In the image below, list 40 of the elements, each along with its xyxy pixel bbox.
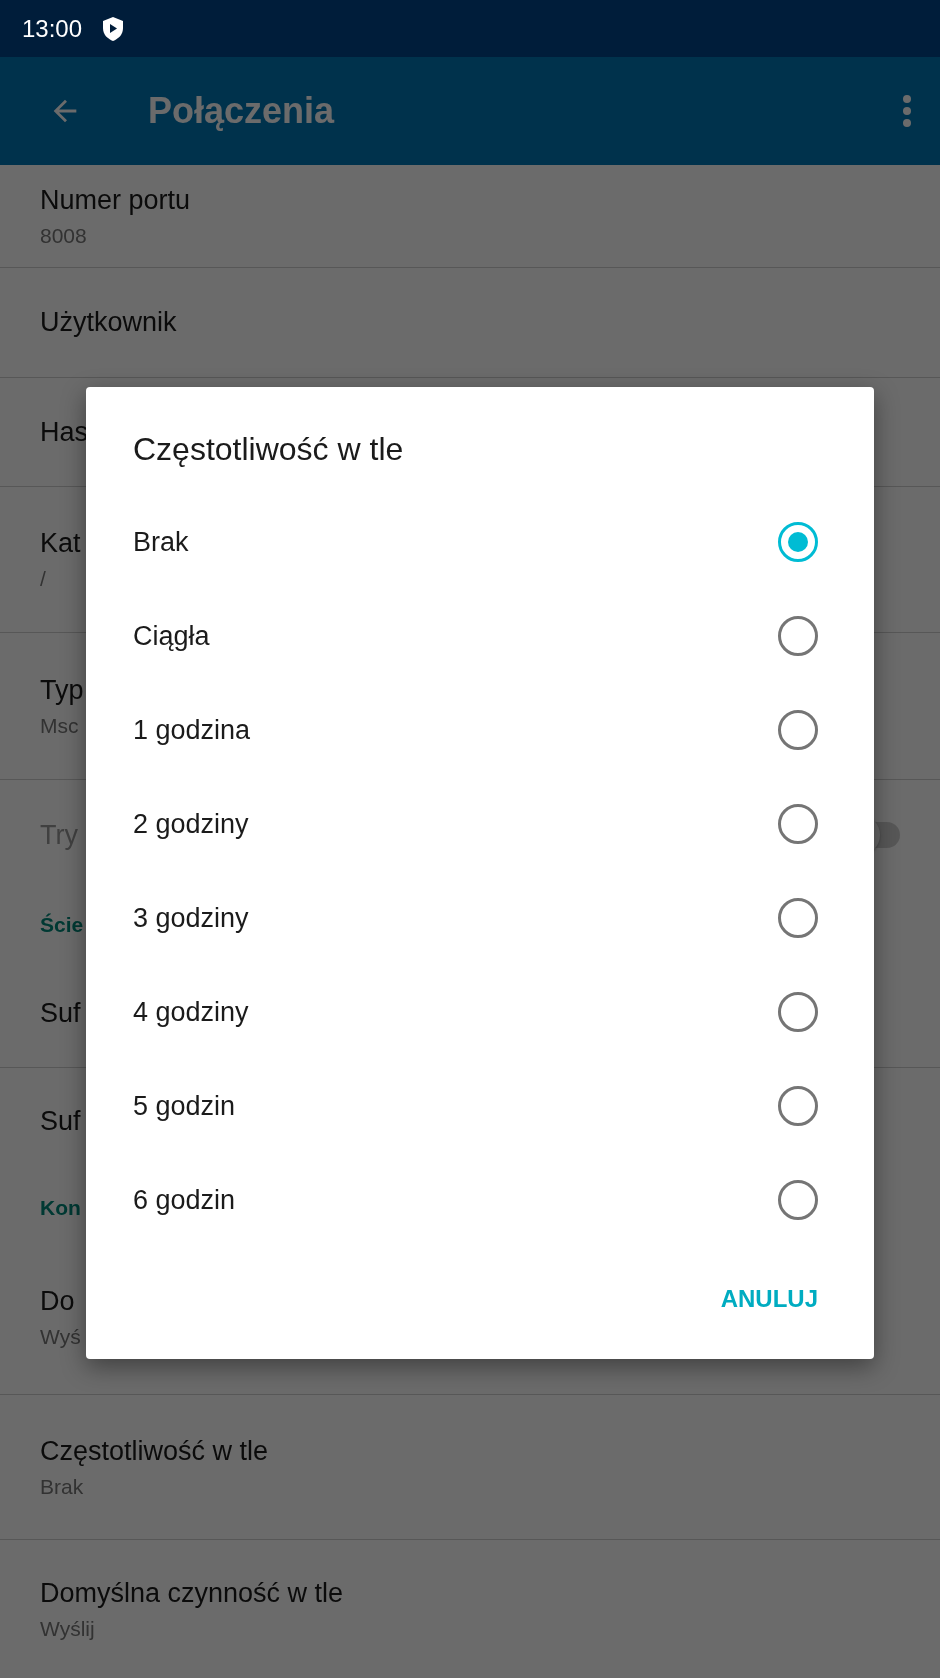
setting-title[interactable]: Numer portu — [40, 184, 191, 216]
option-label[interactable]: 5 godzin — [133, 1090, 236, 1122]
radio-button[interactable] — [778, 898, 818, 938]
status-time: 13:00 — [22, 14, 83, 43]
option-label[interactable]: 1 godzina — [133, 714, 251, 746]
setting-title[interactable]: Typ — [40, 674, 84, 706]
setting-summary: 8008 — [40, 223, 88, 248]
shield-icon — [102, 15, 125, 42]
setting-title[interactable]: Częstotliwość w tle — [40, 1435, 269, 1467]
setting-summary: Wyślij — [40, 1616, 96, 1641]
radio-button[interactable] — [778, 992, 818, 1032]
radio-button[interactable] — [778, 1180, 818, 1220]
setting-title[interactable]: Suf — [40, 998, 81, 1029]
more-vertical-icon[interactable] — [902, 93, 912, 129]
option-label[interactable]: Ciągła — [133, 620, 210, 652]
radio-button[interactable] — [778, 616, 818, 656]
setting-title[interactable]: Kat — [40, 528, 81, 559]
app-bar-title: Połączenia — [148, 90, 336, 132]
setting-summary: / — [40, 567, 47, 591]
dialog-title: Częstotliwość w tle — [133, 431, 405, 469]
setting-title[interactable]: Suf — [40, 1106, 81, 1137]
option-label[interactable]: Brak — [133, 526, 189, 558]
setting-title[interactable]: Domyślna czynność w tle — [40, 1577, 344, 1609]
section-header: Ście — [40, 913, 84, 937]
option-label[interactable]: 4 godziny — [133, 996, 249, 1028]
setting-title[interactable]: Użytkownik — [40, 307, 177, 338]
radio-button[interactable] — [778, 522, 818, 562]
setting-title[interactable]: Has — [40, 416, 88, 448]
cancel-button[interactable]: ANULUJ — [704, 1273, 834, 1325]
setting-summary: Wyś — [40, 1324, 81, 1349]
option-label[interactable]: 3 godziny — [133, 902, 249, 934]
option-label[interactable]: 2 godziny — [133, 808, 249, 840]
radio-button[interactable] — [778, 1086, 818, 1126]
setting-title[interactable]: Do — [40, 1285, 81, 1317]
option-label[interactable]: 6 godzin — [133, 1184, 236, 1216]
section-header: Kon — [40, 1195, 81, 1220]
radio-button[interactable] — [778, 804, 818, 844]
radio-button[interactable] — [778, 710, 818, 750]
setting-summary: Brak — [40, 1474, 85, 1499]
setting-summary: Msc — [40, 713, 80, 738]
